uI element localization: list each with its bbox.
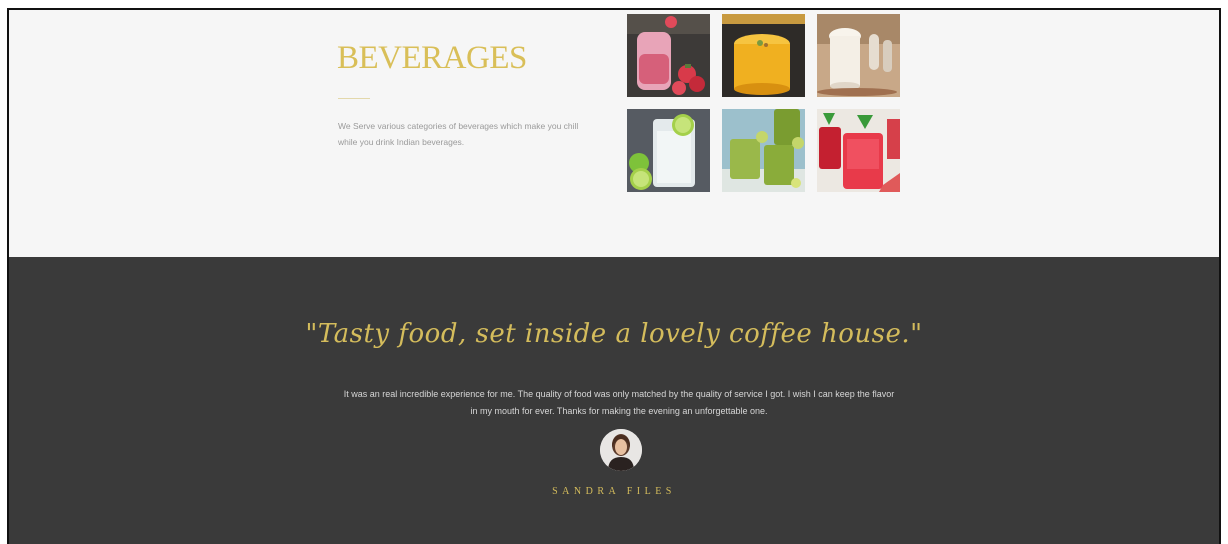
sweet-lassi-image[interactable] (817, 14, 900, 97)
watermelon-drink-image[interactable] (817, 109, 900, 192)
author-avatar (600, 429, 642, 471)
strawberry-smoothie-image[interactable] (627, 14, 710, 97)
page-frame: BEVERAGES We Serve various categories of… (7, 8, 1221, 544)
green-juice-image[interactable] (722, 109, 805, 192)
beverages-title: BEVERAGES (337, 40, 527, 76)
author-name: SANDRA FILES (552, 486, 676, 497)
testimonial-text: It was an real incredible experience for… (343, 389, 895, 416)
mango-lassi-image[interactable] (722, 14, 805, 97)
beverages-section: BEVERAGES We Serve various categories of… (9, 10, 1219, 257)
beverage-gallery (627, 14, 901, 192)
beverages-description: We Serve various categories of beverages… (338, 121, 579, 147)
title-divider (338, 98, 370, 99)
lime-soda-image[interactable] (627, 109, 710, 192)
testimonial-quote: "Tasty food, set inside a lovely coffee … (305, 319, 923, 349)
testimonial-section: "Tasty food, set inside a lovely coffee … (9, 257, 1219, 544)
